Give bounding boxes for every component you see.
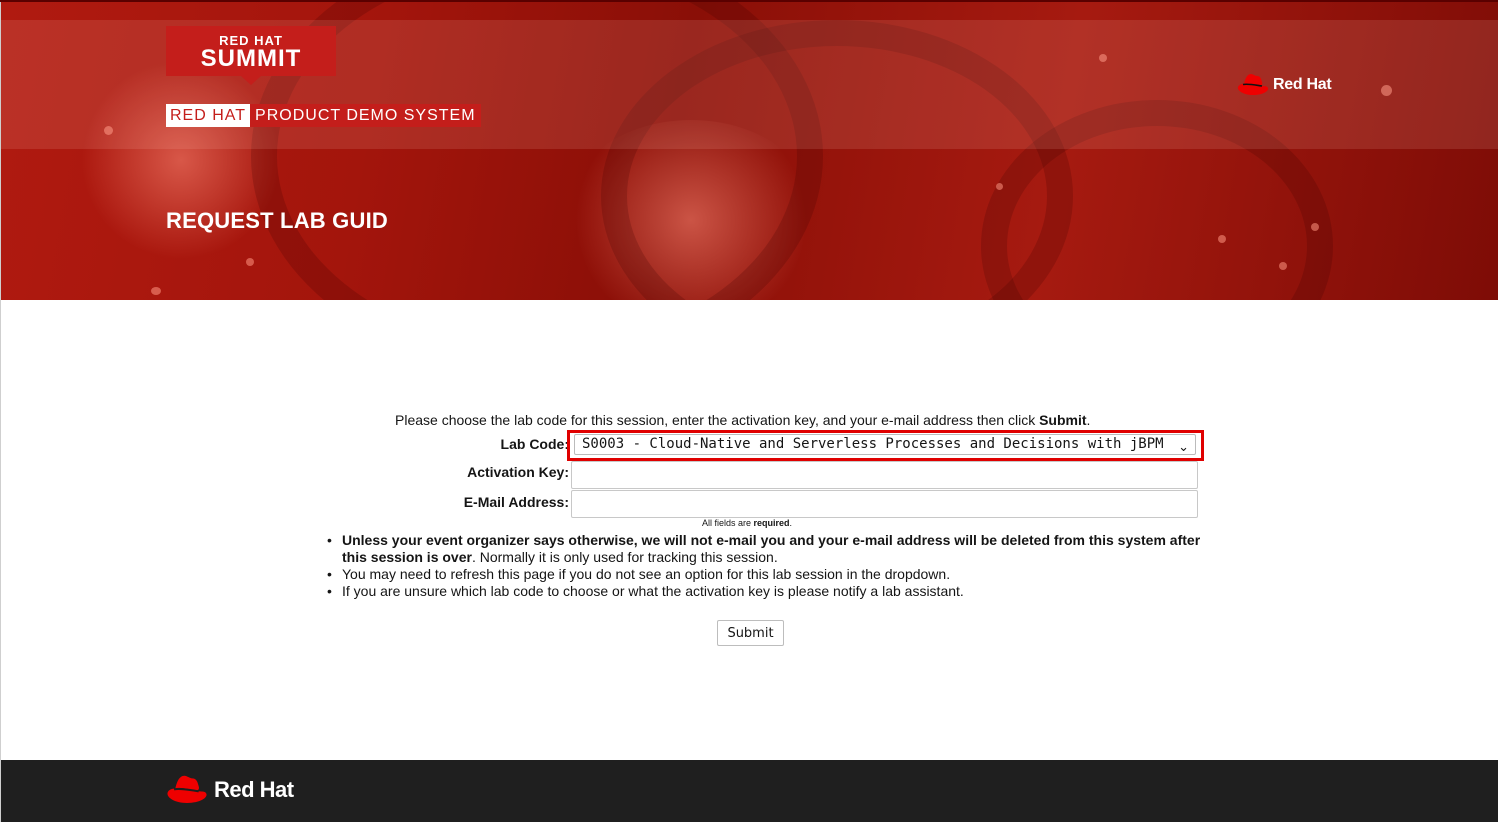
red-hat-wordmark-top: Red Hat [1273,76,1332,93]
instructions-period: . [1086,412,1091,428]
summit-logo: RED HAT SUMMIT [166,26,336,76]
required-fields-note: All fields are required. [702,518,792,528]
header-spark [1218,235,1226,243]
privacy-note-rest: . Normally it is only used for tracking … [471,549,778,565]
form-notes-list: Unless your event organizer says otherwi… [327,532,1207,600]
page-header: RED HAT SUMMIT RED HAT PRODUCT DEMO SYST… [1,0,1498,300]
red-hat-wordmark-footer: Red Hat [214,777,294,802]
window-border [0,0,1,822]
form-instructions: Please choose the lab code for this sess… [395,412,1090,428]
instructions-submit-word: Submit [1039,412,1087,428]
header-spark [1311,223,1319,231]
instructions-text: Please choose the lab code for this sess… [395,412,1040,428]
product-demo-system-banner: RED HAT PRODUCT DEMO SYSTEM [166,104,481,127]
required-note-text: All fields are [702,518,754,528]
required-note-period: . [789,518,793,528]
list-item: Unless your event organizer says otherwi… [327,532,1207,566]
red-hat-logo-top[interactable]: Red Hat [1236,73,1332,97]
header-spark [246,258,254,266]
window-top-edge [0,0,1498,2]
list-item: If you are unsure which lab code to choo… [327,583,1207,600]
page-title: REQUEST LAB GUID [166,208,388,233]
required-note-bold: required [753,518,790,528]
submit-button[interactable]: Submit [717,620,784,646]
red-hat-fedora-icon [167,775,207,803]
header-spark [996,183,1003,190]
red-hat-fedora-icon [1237,74,1269,95]
list-item: You may need to refresh this page if you… [327,566,1207,583]
email-label: E-Mail Address: [463,494,569,510]
lab-code-select[interactable]: S0003 - Cloud-Native and Serverless Proc… [574,434,1196,455]
lab-code-selected-value: S0003 - Cloud-Native and Serverless Proc… [582,436,1164,452]
header-spark [151,287,161,295]
activation-key-label: Activation Key: [467,464,569,480]
email-input[interactable] [571,490,1198,518]
activation-key-input[interactable] [571,461,1198,489]
summit-logo-line2: SUMMIT [200,45,302,72]
summit-logo-notch [241,76,261,85]
chevron-down-icon: ⌄ [1178,440,1189,455]
lab-code-label: Lab Code: [500,436,569,452]
banner-red-hat: RED HAT [166,104,251,127]
banner-product-demo-system: PRODUCT DEMO SYSTEM [250,104,481,127]
red-hat-logo-footer[interactable]: Red Hat [165,774,294,806]
page-footer: Red Hat [1,760,1498,822]
header-spark [1279,262,1287,270]
